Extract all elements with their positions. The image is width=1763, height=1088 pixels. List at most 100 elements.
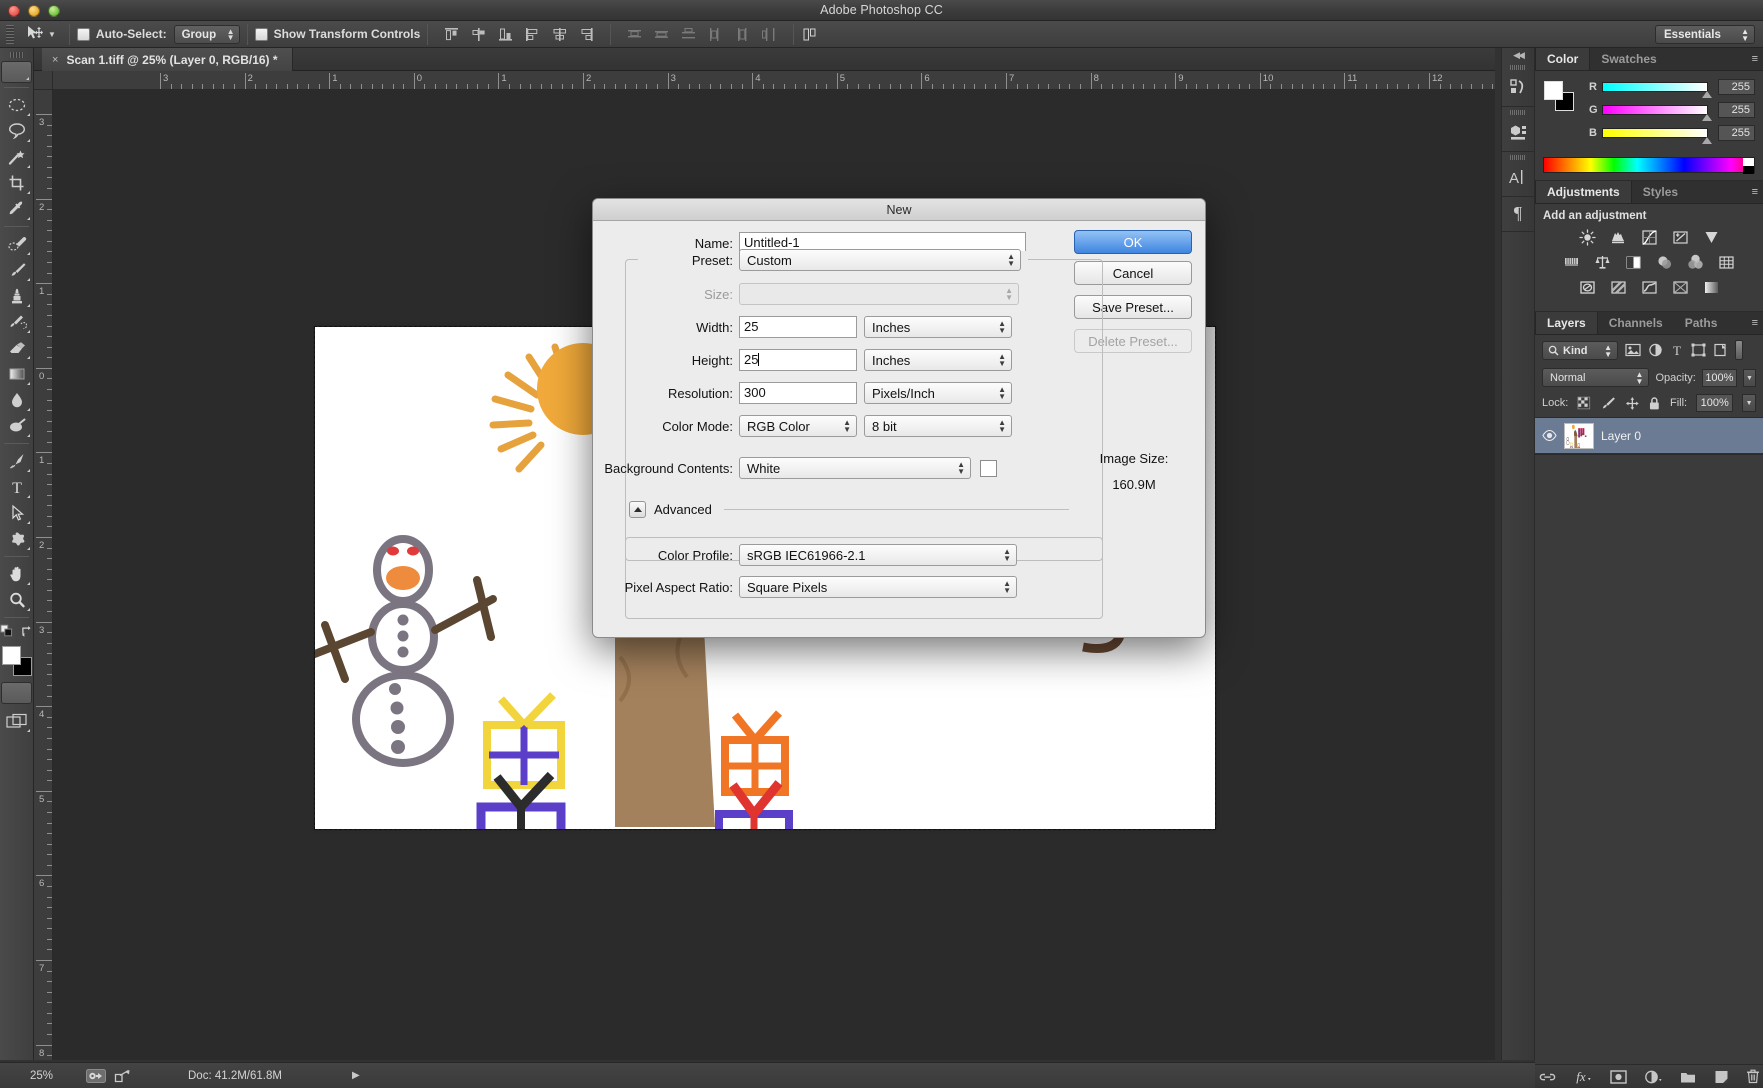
distribute-left-edges-icon[interactable]: [707, 27, 724, 42]
ruler-origin[interactable]: [34, 71, 53, 90]
dock-item-history[interactable]: [1502, 65, 1534, 107]
color-mode-select[interactable]: RGB Color ▲ ▼: [739, 415, 857, 437]
color-slider-g[interactable]: G 255: [1589, 100, 1755, 121]
elliptical-marquee-tool[interactable]: [2, 92, 32, 118]
width-unit-select[interactable]: Inches ▲ ▼: [864, 316, 1012, 338]
tool-flyout-indicator[interactable]: [26, 434, 30, 437]
tool-flyout-indicator[interactable]: [26, 608, 30, 611]
layer-name[interactable]: Layer 0: [1601, 429, 1641, 443]
path-selection-tool[interactable]: [2, 500, 32, 526]
selective-color-icon[interactable]: [1701, 278, 1721, 296]
magic-wand-tool[interactable]: [2, 144, 32, 170]
lock-transparent-pixels-icon[interactable]: [1577, 396, 1591, 410]
color-slider-r[interactable]: R 255: [1589, 77, 1755, 98]
tab-styles[interactable]: Styles: [1632, 181, 1689, 203]
align-horizontal-centers-icon[interactable]: [551, 27, 568, 42]
vertical-ruler[interactable]: 3210123456789: [34, 90, 53, 1060]
posterize-icon[interactable]: [1608, 278, 1628, 296]
color-lookup-icon[interactable]: [1717, 253, 1737, 271]
foreground-color-swatch[interactable]: [1, 646, 21, 665]
tool-flyout-indicator[interactable]: [26, 469, 30, 472]
tab-swatches[interactable]: Swatches: [1590, 48, 1667, 70]
pixel-aspect-ratio-select[interactable]: Square Pixels ▲ ▼: [739, 576, 1017, 598]
share-icon[interactable]: [114, 1069, 132, 1083]
toolbox[interactable]: T: [0, 48, 34, 1060]
levels-icon[interactable]: [1608, 228, 1628, 246]
fill-value[interactable]: 100%: [1696, 394, 1734, 412]
new-group-icon[interactable]: [1680, 1070, 1697, 1084]
color-panel-tabs[interactable]: Color Swatches ≡: [1535, 48, 1763, 71]
filter-adjustment-layers-icon[interactable]: [1648, 343, 1663, 357]
layers-panel-menu-icon[interactable]: ≡: [1752, 317, 1758, 329]
background-contents-select[interactable]: White ▲ ▼: [739, 457, 971, 479]
distribute-horizontal-centers-icon[interactable]: [734, 27, 751, 42]
document-tab[interactable]: × Scan 1.tiff @ 25% (Layer 0, RGB/16) *: [42, 48, 293, 71]
adjustments-panel-menu-icon[interactable]: ≡: [1752, 186, 1758, 198]
show-transform-controls-checkbox[interactable]: [254, 27, 268, 41]
edit-in-quick-mask-mode-button[interactable]: [1, 682, 32, 704]
blur-tool[interactable]: [2, 387, 32, 413]
brightness-contrast-icon[interactable]: [1577, 228, 1597, 246]
tool-flyout-indicator[interactable]: [26, 521, 30, 524]
table-row[interactable]: Layer 0: [1535, 418, 1763, 454]
tool-flyout-indicator[interactable]: [26, 356, 30, 359]
new-layer-icon[interactable]: [1714, 1070, 1729, 1084]
tool-flyout-indicator[interactable]: [26, 217, 30, 220]
align-buttons-group[interactable]: [435, 27, 603, 42]
spot-healing-brush-tool[interactable]: [2, 231, 32, 257]
horizontal-ruler[interactable]: 3210123456789101112131415: [53, 71, 1495, 90]
close-tab-icon[interactable]: ×: [52, 54, 58, 66]
adjustments-panel-tabs[interactable]: Adjustments Styles ≡: [1535, 181, 1763, 204]
crop-tool[interactable]: [2, 170, 32, 196]
add-layer-mask-icon[interactable]: [1609, 1069, 1627, 1084]
resolution-unit-select[interactable]: Pixels/Inch ▲ ▼: [864, 382, 1012, 404]
tool-flyout-indicator[interactable]: [26, 252, 30, 255]
horizontal-type-tool[interactable]: T: [2, 474, 32, 500]
auto-select-checkbox[interactable]: [76, 27, 90, 41]
bit-depth-select[interactable]: 8 bit ▲ ▼: [864, 415, 1012, 437]
resolution-input[interactable]: 300: [739, 382, 857, 404]
pen-tool[interactable]: [2, 448, 32, 474]
tab-channels[interactable]: Channels: [1598, 312, 1674, 334]
tool-flyout-indicator[interactable]: [26, 113, 30, 116]
layers-panel-footer[interactable]: fx: [1535, 1064, 1763, 1088]
lock-all-icon[interactable]: [1648, 396, 1661, 411]
tool-flyout-indicator[interactable]: [26, 382, 30, 385]
black-and-white-icon[interactable]: [1624, 253, 1644, 271]
channel-mixer-icon[interactable]: [1686, 253, 1706, 271]
photo-filter-icon[interactable]: [1655, 253, 1675, 271]
distribute-vertical-centers-icon[interactable]: [653, 27, 670, 42]
adjustments-row-2[interactable]: [1543, 253, 1755, 271]
filter-shape-layers-icon[interactable]: [1691, 343, 1706, 357]
channel-value-b[interactable]: 255: [1718, 125, 1755, 141]
distribute-top-edges-icon[interactable]: [626, 27, 643, 42]
lock-position-icon[interactable]: [1625, 396, 1640, 411]
height-unit-select[interactable]: Inches ▲ ▼: [864, 349, 1012, 371]
distribute-right-edges-icon[interactable]: [761, 27, 778, 42]
collapse-panels-icon[interactable]: ◀◀: [1502, 48, 1534, 62]
tab-layers[interactable]: Layers: [1535, 312, 1598, 334]
panel-dock-strip[interactable]: ◀◀ A ¶: [1501, 48, 1535, 1060]
channel-value-g[interactable]: 255: [1718, 102, 1755, 118]
distribute-buttons-group[interactable]: [618, 27, 786, 42]
lock-row[interactable]: Lock: Fill: 100% ▼: [1535, 391, 1763, 418]
dock-grip[interactable]: [1510, 155, 1526, 160]
tool-flyout-indicator[interactable]: [26, 278, 30, 281]
background-color-swatch[interactable]: [980, 459, 997, 477]
color-profile-select[interactable]: sRGB IEC61966-2.1 ▲ ▼: [739, 544, 1017, 566]
filter-smart-objects-icon[interactable]: [1713, 343, 1728, 357]
opacity-value[interactable]: 100%: [1701, 368, 1737, 387]
gradient-tool[interactable]: [2, 361, 32, 387]
align-vertical-centers-icon[interactable]: [470, 27, 487, 42]
eraser-tool[interactable]: [2, 335, 32, 361]
lock-image-pixels-icon[interactable]: [1600, 396, 1616, 410]
history-brush-tool[interactable]: [2, 309, 32, 335]
slider-track-r[interactable]: [1601, 82, 1713, 98]
change-screen-mode-button[interactable]: [2, 708, 32, 734]
align-right-edges-icon[interactable]: [578, 27, 595, 42]
color-spectrum-ramp[interactable]: [1543, 157, 1755, 174]
custom-shape-tool[interactable]: [2, 526, 32, 552]
color-panel-swatches[interactable]: [1544, 81, 1574, 111]
dodge-tool[interactable]: [2, 413, 32, 439]
eyedropper-tool[interactable]: [2, 196, 32, 222]
